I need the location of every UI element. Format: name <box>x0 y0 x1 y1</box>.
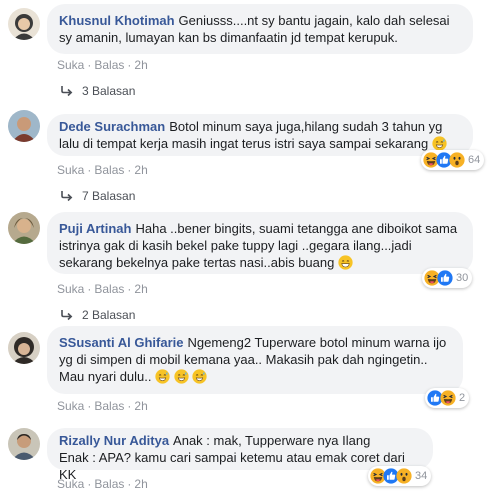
comment-bubble: Puji Artinah Haha ..bener bingits, suami … <box>47 212 473 274</box>
reply-arrow-icon <box>60 85 74 97</box>
author-name[interactable]: Puji Artinah <box>59 221 131 236</box>
reply-link[interactable]: Balas <box>94 399 124 413</box>
comment-actions: Suka · Balas · 2h <box>57 282 148 296</box>
timestamp[interactable]: 2h <box>134 477 147 491</box>
avatar[interactable] <box>8 8 40 40</box>
sweat-smile-emoji-icon <box>174 369 189 384</box>
separator: · <box>127 477 132 491</box>
avatar[interactable] <box>8 428 40 460</box>
timestamp[interactable]: 2h <box>134 58 147 72</box>
reaction-summary[interactable]: 34 <box>368 466 432 486</box>
avatar[interactable] <box>8 110 40 142</box>
separator: · <box>87 477 92 491</box>
reaction-count: 30 <box>456 272 469 284</box>
sweat-smile-emoji-icon <box>192 369 207 384</box>
sweat-smile-emoji-icon <box>155 369 170 384</box>
like-link[interactable]: Suka <box>57 399 84 413</box>
separator: · <box>127 163 132 177</box>
avatar[interactable] <box>8 332 40 364</box>
reaction-summary[interactable]: 30 <box>422 268 473 288</box>
author-name[interactable]: Dede Surachman <box>59 119 165 134</box>
replies-count[interactable]: 7 Balasan <box>82 189 135 203</box>
separator: · <box>87 58 92 72</box>
comment-bubble: SSusanti Al Ghifarie Ngemeng2 Tuperware b… <box>47 326 463 394</box>
comment-bubble: Rizally Nur Aditya Anak : mak, Tupperware… <box>47 428 433 482</box>
separator: · <box>87 399 92 413</box>
author-name[interactable]: Rizally Nur Aditya <box>59 433 169 448</box>
replies-count[interactable]: 2 Balasan <box>82 308 135 322</box>
wow-icon <box>449 152 465 168</box>
like-link[interactable]: Suka <box>57 477 84 491</box>
reply-arrow-icon <box>60 190 74 202</box>
separator: · <box>127 399 132 413</box>
grinning-emoji-icon <box>338 255 353 270</box>
reply-link[interactable]: Balas <box>94 163 124 177</box>
author-name[interactable]: SSusanti Al Ghifarie <box>59 335 184 350</box>
wow-icon <box>396 468 412 484</box>
comment-actions: Suka · Balas · 2h <box>57 58 148 72</box>
view-replies-link[interactable]: 3 Balasan <box>60 84 135 98</box>
avatar[interactable] <box>8 212 40 244</box>
timestamp[interactable]: 2h <box>134 163 147 177</box>
reply-link[interactable]: Balas <box>94 58 124 72</box>
reaction-count: 34 <box>415 470 428 482</box>
separator: · <box>87 163 92 177</box>
like-link[interactable]: Suka <box>57 58 84 72</box>
separator: · <box>127 282 132 296</box>
comment-actions: Suka · Balas · 2h <box>57 477 148 491</box>
haha-icon <box>440 390 456 406</box>
comment-actions: Suka · Balas · 2h <box>57 163 148 177</box>
like-icon <box>437 270 453 286</box>
replies-count[interactable]: 3 Balasan <box>82 84 135 98</box>
reply-arrow-icon <box>60 309 74 321</box>
separator: · <box>127 58 132 72</box>
timestamp[interactable]: 2h <box>134 399 147 413</box>
reply-link[interactable]: Balas <box>94 477 124 491</box>
view-replies-link[interactable]: 7 Balasan <box>60 189 135 203</box>
reaction-count: 2 <box>459 392 466 404</box>
reaction-summary[interactable]: 64 <box>421 150 485 170</box>
comment-bubble: Khusnul Khotimah Geniusss....nt sy bantu … <box>47 4 473 54</box>
sweat-smile-emoji-icon <box>432 136 447 151</box>
view-replies-link[interactable]: 2 Balasan <box>60 308 135 322</box>
like-link[interactable]: Suka <box>57 282 84 296</box>
reply-link[interactable]: Balas <box>94 282 124 296</box>
like-link[interactable]: Suka <box>57 163 84 177</box>
comment-bubble: Dede Surachman Botol minum saya juga,hila… <box>47 114 473 156</box>
comment-actions: Suka · Balas · 2h <box>57 399 148 413</box>
author-name[interactable]: Khusnul Khotimah <box>59 13 175 28</box>
timestamp[interactable]: 2h <box>134 282 147 296</box>
reaction-count: 64 <box>468 154 481 166</box>
reaction-summary[interactable]: 2 <box>425 388 470 408</box>
comment-text-line1: Anak : mak, Tupperware nya Ilang <box>173 433 371 448</box>
separator: · <box>87 282 92 296</box>
